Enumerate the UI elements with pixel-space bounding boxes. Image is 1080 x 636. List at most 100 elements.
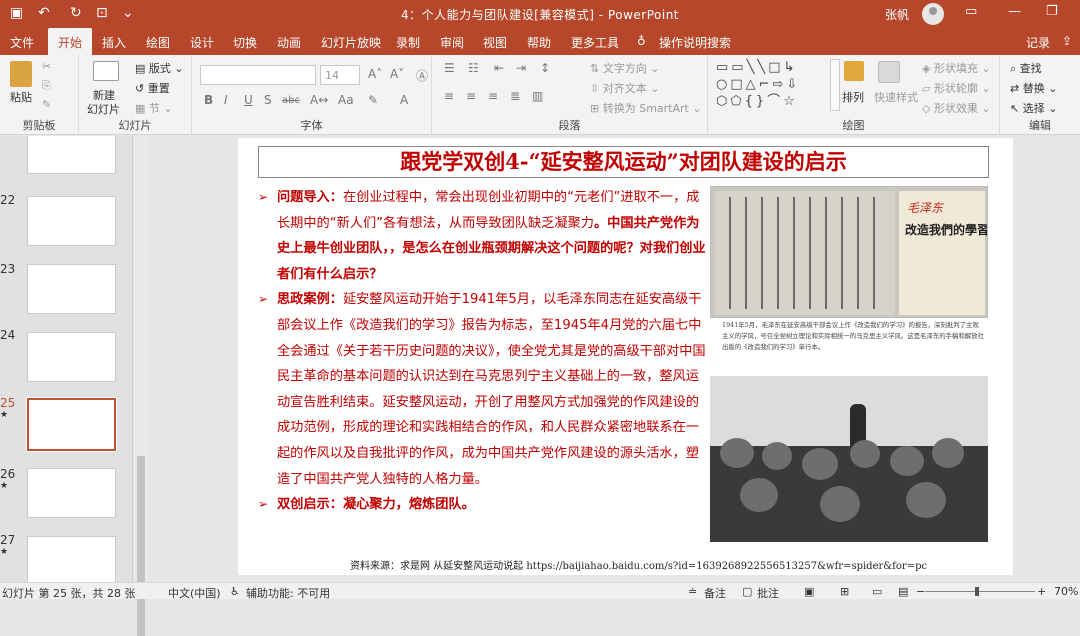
tab-transitions[interactable]: 切换 bbox=[233, 34, 257, 51]
arrange-button[interactable]: 排列 bbox=[842, 89, 864, 105]
tab-file[interactable]: 文件 bbox=[10, 34, 34, 51]
align-text-button[interactable]: ⇳ 对齐文本 ⌄ bbox=[590, 80, 659, 96]
reset-button[interactable]: ↺ 重置 bbox=[135, 80, 170, 96]
slideshow-view-icon[interactable]: ▤ bbox=[898, 585, 908, 598]
tab-animations[interactable]: 动画 bbox=[277, 34, 301, 51]
bullets-icon[interactable]: ☰ bbox=[444, 61, 455, 75]
layout-button[interactable]: ▤ 版式 ⌄ bbox=[135, 60, 184, 76]
shape-effects-button[interactable]: ◇ 形状效果 ⌄ bbox=[922, 100, 991, 116]
tab-record-right[interactable]: 记录 bbox=[1026, 34, 1050, 51]
slide-sorter-icon[interactable]: ⊞ bbox=[840, 585, 849, 598]
slide-thumbnail-26[interactable] bbox=[27, 468, 116, 518]
shape-fill-label: 形状填充 bbox=[933, 62, 978, 75]
user-name[interactable]: 张帆 bbox=[885, 6, 909, 23]
format-painter-icon[interactable]: ✎ bbox=[42, 98, 51, 111]
new-slide-icon[interactable] bbox=[93, 61, 119, 81]
new-slide-label-2[interactable]: 幻灯片 bbox=[87, 101, 120, 117]
reading-view-icon[interactable]: ▭ bbox=[872, 585, 882, 598]
highlight-icon[interactable]: ✎ bbox=[368, 93, 378, 107]
paste-icon[interactable] bbox=[10, 61, 32, 87]
avatar[interactable] bbox=[922, 3, 944, 25]
line-spacing-icon[interactable]: ↕ bbox=[540, 61, 550, 75]
font-name-field[interactable] bbox=[200, 65, 316, 85]
scrollbar-thumb[interactable] bbox=[137, 456, 145, 636]
quick-styles-icon[interactable] bbox=[878, 61, 900, 83]
zoom-level[interactable]: 70% bbox=[1054, 585, 1078, 598]
slide-canvas[interactable]: 跟党学双创4-“延安整风运动”对团队建设的启示 ➢ 问题导入：在创业过程中，常会… bbox=[238, 138, 1013, 575]
numbering-icon[interactable]: ☷ bbox=[468, 61, 479, 75]
shapes-scroll[interactable] bbox=[830, 59, 840, 111]
slide-thumbnail-25[interactable] bbox=[26, 397, 117, 452]
change-case-icon[interactable]: Aa bbox=[338, 93, 354, 107]
grow-font-icon[interactable]: A˄ bbox=[368, 67, 382, 81]
tab-help[interactable]: 帮助 bbox=[527, 34, 551, 51]
normal-view-icon[interactable]: ▣ bbox=[804, 585, 814, 598]
tab-insert[interactable]: 插入 bbox=[102, 34, 126, 51]
yan-an-meeting-photo[interactable] bbox=[710, 376, 988, 542]
tab-draw[interactable]: 绘图 bbox=[146, 34, 170, 51]
cut-icon[interactable]: ✂ bbox=[42, 60, 51, 73]
columns-icon[interactable]: ▥ bbox=[532, 89, 543, 103]
thumbnail-scrollbar[interactable] bbox=[134, 136, 148, 636]
underline-icon[interactable]: U bbox=[244, 93, 253, 107]
select-button[interactable]: ↖ 选择 ⌄ bbox=[1010, 100, 1057, 116]
minimize-icon[interactable]: — bbox=[1008, 4, 1021, 19]
shape-fill-button[interactable]: ◈ 形状填充 ⌄ bbox=[922, 60, 991, 76]
text-direction-button[interactable]: ⇅ 文字方向 ⌄ bbox=[590, 60, 659, 76]
strikethrough-icon[interactable]: abc bbox=[282, 95, 300, 106]
zoom-slider[interactable] bbox=[925, 591, 1035, 592]
quick-styles-button[interactable]: 快速样式 bbox=[874, 89, 918, 105]
shadow-icon[interactable]: S bbox=[264, 93, 272, 107]
tab-review[interactable]: 审阅 bbox=[440, 34, 464, 51]
tab-tell-me[interactable]: 操作说明搜索 bbox=[659, 34, 731, 51]
tab-home[interactable]: 开始 bbox=[48, 28, 93, 55]
shapes-gallery[interactable]: ▭▭╲╲□↳ ○□△⌐⇨⇩ ⬡⬠{}⌒☆ bbox=[716, 59, 828, 111]
smartart-button[interactable]: ⊞ 转换为 SmartArt ⌄ bbox=[590, 100, 702, 116]
decrease-indent-icon[interactable]: ⇤ bbox=[494, 61, 504, 75]
tab-more-tools[interactable]: 更多工具 bbox=[571, 34, 619, 51]
section-button[interactable]: ▦ 节 ⌄ bbox=[135, 100, 173, 116]
char-spacing-icon[interactable]: A↔ bbox=[310, 93, 328, 107]
align-left-icon[interactable]: ≡ bbox=[444, 89, 454, 103]
font-size-field[interactable]: 14 bbox=[320, 65, 360, 85]
justify-icon[interactable]: ≣ bbox=[510, 89, 520, 103]
restore-icon[interactable]: ❐ bbox=[1046, 4, 1058, 19]
shape-outline-button[interactable]: ▱ 形状轮廓 ⌄ bbox=[922, 80, 991, 96]
shrink-font-icon[interactable]: A˅ bbox=[390, 67, 404, 81]
slide-thumbnail-27[interactable] bbox=[27, 536, 116, 582]
slide-thumbnail-23[interactable] bbox=[27, 264, 116, 314]
increase-indent-icon[interactable]: ⇥ bbox=[516, 61, 526, 75]
smartart-label: 转换为 SmartArt bbox=[602, 102, 689, 115]
find-button[interactable]: ⌕ 查找 bbox=[1010, 60, 1042, 76]
slide-thumbnail-pane[interactable]: 22 23 24 25 ★ 26 ★ 27 ★ bbox=[0, 136, 133, 582]
shape-outline-label: 形状轮廓 bbox=[933, 82, 978, 95]
tab-view[interactable]: 视图 bbox=[483, 34, 507, 51]
arrange-icon[interactable] bbox=[844, 61, 864, 81]
slide-thumbnail-24[interactable] bbox=[27, 332, 116, 382]
book-cover-image: 毛泽东 改造我們的學習 bbox=[899, 191, 987, 315]
zoom-in-icon[interactable]: + bbox=[1037, 585, 1046, 598]
zoom-slider-thumb[interactable] bbox=[975, 587, 979, 596]
align-right-icon[interactable]: ≡ bbox=[488, 89, 498, 103]
share-icon[interactable]: ⇪ bbox=[1062, 34, 1072, 48]
font-color-icon[interactable]: A bbox=[400, 93, 408, 107]
slide-thumbnail-21[interactable] bbox=[27, 136, 116, 174]
tab-slideshow[interactable]: 幻灯片放映 bbox=[321, 34, 381, 51]
slide-title[interactable]: 跟党学双创4-“延安整风运动”对团队建设的启示 bbox=[258, 146, 989, 178]
ribbon-display-icon[interactable]: ▭ bbox=[965, 4, 977, 19]
manuscript-photo[interactable]: 毛泽东 改造我們的學習 bbox=[710, 186, 988, 318]
tab-design[interactable]: 设计 bbox=[190, 34, 214, 51]
clear-format-icon[interactable]: Ⓐ bbox=[416, 67, 428, 84]
bold-icon[interactable]: B bbox=[204, 93, 213, 107]
paste-button[interactable]: 粘贴 bbox=[10, 89, 32, 105]
copy-icon[interactable]: ⎘ bbox=[42, 79, 51, 93]
photo-caption[interactable]: 1941年5月，毛泽东在延安高级干部会议上作《改造我们的学习》的报告，深刻批判了… bbox=[722, 320, 984, 353]
source-citation[interactable]: 资料来源：求是网 从延安整风运动说起 https://baijiahao.bai… bbox=[350, 557, 927, 572]
replace-button[interactable]: ⇄ 替换 ⌄ bbox=[1010, 80, 1057, 96]
align-center-icon[interactable]: ≡ bbox=[466, 89, 476, 103]
slide-thumbnail-22[interactable] bbox=[27, 196, 116, 246]
italic-icon[interactable]: I bbox=[224, 93, 228, 107]
tab-record[interactable]: 录制 bbox=[396, 34, 420, 51]
slide-body-text[interactable]: ➢ 问题导入：在创业过程中，常会出现创业初期中的“元老们”进取不一，成长期中的“… bbox=[258, 185, 708, 518]
zoom-out-icon[interactable]: − bbox=[916, 585, 925, 598]
